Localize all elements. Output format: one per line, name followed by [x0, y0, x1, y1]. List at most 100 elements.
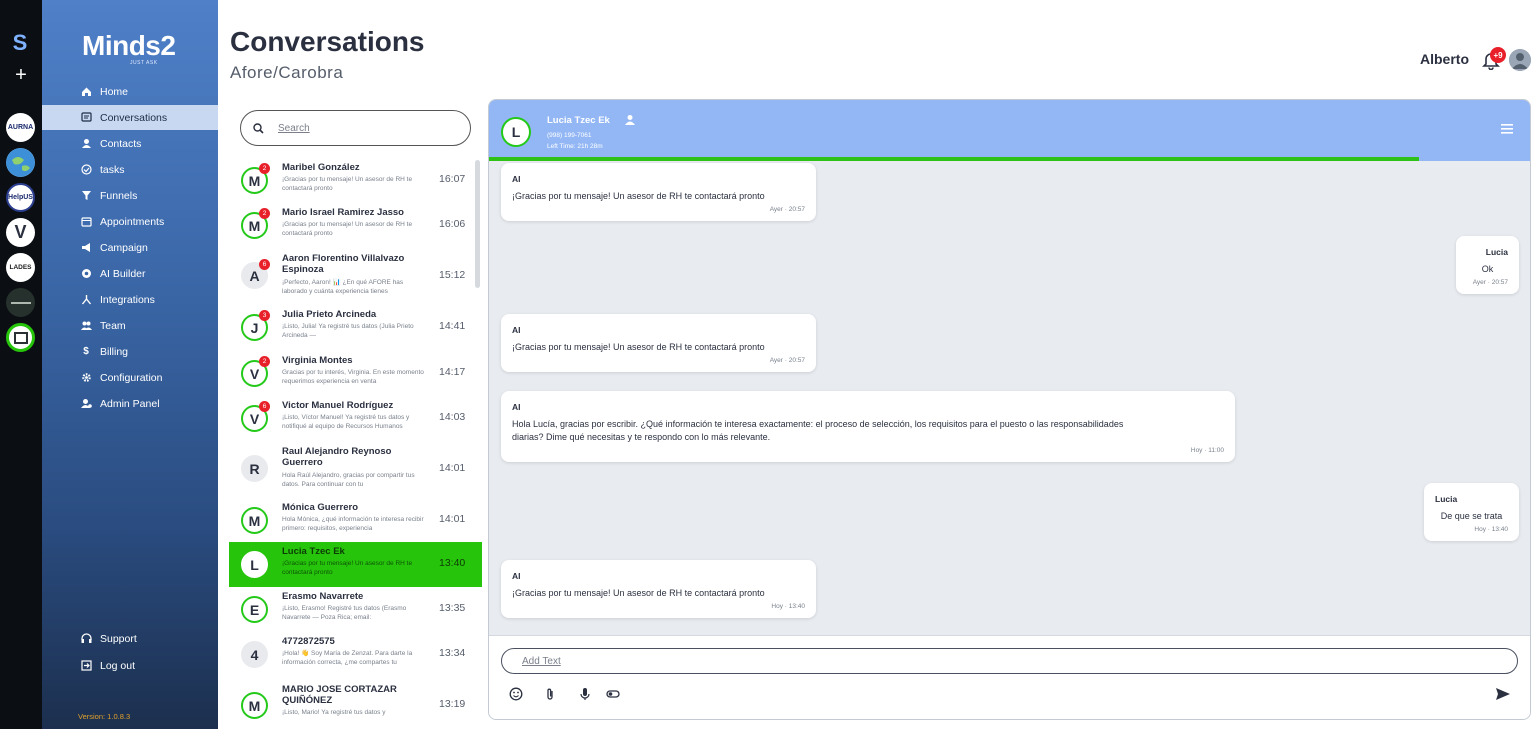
conversation-item[interactable]: M 2 Maribel González ¡Gracias por tu men… [229, 158, 482, 203]
workspace-aurna[interactable]: AURNA [6, 113, 35, 142]
funnel-icon [80, 190, 92, 202]
message-time: 13:35 [439, 602, 466, 614]
avatar: R [241, 455, 268, 482]
send-icon[interactable] [1495, 687, 1511, 701]
sidebar-item-tasks[interactable]: tasks [42, 157, 218, 182]
search-input[interactable]: Search [278, 123, 310, 134]
sidebar-item-ai-builder[interactable]: AI Builder [42, 261, 218, 286]
contact-name: Maribel González [282, 162, 360, 173]
toggle-icon[interactable] [606, 687, 620, 701]
sidebar-item-label: Team [100, 319, 126, 332]
message-preview: Hola Mónica, ¿qué información te interes… [282, 516, 424, 532]
person-icon [80, 138, 92, 150]
workspace-label: LADES [9, 264, 32, 271]
message-list: AI ¡Gracias por tu mensaje! Un asesor de… [489, 161, 1530, 635]
workspace-dark[interactable] [6, 288, 35, 317]
message-time: 14:41 [439, 320, 466, 332]
sidebar-item-home[interactable]: Home [42, 79, 218, 104]
workspace-lades[interactable]: LADES [6, 253, 35, 282]
menu-icon[interactable] [1501, 124, 1513, 134]
workspace-globe[interactable] [6, 148, 35, 177]
sidebar-item-configuration[interactable]: Configuration [42, 365, 218, 390]
sidebar-item-label: Admin Panel [100, 397, 160, 410]
conversation-item[interactable]: M MARIO JOSE CORTAZAR QUIÑÓNEZ ¡Listo, M… [229, 678, 482, 729]
message-preview: ¡Listo, Mario! Ya registré tus datos y [282, 709, 386, 716]
sidebar-item-integrations[interactable]: Integrations [42, 287, 218, 312]
unread-badge: 6 [259, 401, 270, 412]
sidebar-item-team[interactable]: Team [42, 313, 218, 338]
sidebar-item-support[interactable]: Support [42, 626, 218, 651]
conversation-item[interactable]: 4 4772872575 ¡Hola! 👋 Soy María de Zenza… [229, 632, 482, 677]
workspace-v[interactable]: V [6, 218, 35, 247]
avatar: M [241, 692, 268, 719]
message-input-placeholder: Add Text [522, 655, 561, 667]
person-icon[interactable] [624, 114, 636, 126]
admin-icon [80, 398, 92, 410]
support-icon [80, 633, 92, 645]
workspace-helpus[interactable]: HelpUS [6, 183, 35, 212]
emoji-icon[interactable] [509, 687, 523, 701]
sidebar-item-label: Support [100, 632, 137, 645]
message-sender: AI [512, 402, 521, 412]
message-time: Hoy · 13:40 [1474, 526, 1508, 533]
contact-name: Erasmo Navarrete [282, 591, 364, 602]
conversation-item[interactable]: J 3 Julia Prieto Arcineda ¡Listo, Julia!… [229, 305, 482, 350]
chat-contact-name[interactable]: Lucia Tzec Ek [547, 115, 610, 126]
message-input[interactable]: Add Text [501, 648, 1518, 674]
message-time: 16:07 [439, 173, 466, 185]
sidebar-item-campaign[interactable]: Campaign [42, 235, 218, 260]
message-text: Ok [1481, 264, 1494, 274]
message-time: 13:19 [439, 698, 466, 710]
conversation-item[interactable]: V 2 Virginia Montes Gracias por tu inter… [229, 351, 482, 396]
conversation-item[interactable]: R Raul Alejandro Reynoso Guerrero Hola R… [229, 443, 482, 495]
conversation-item[interactable]: V 6 Victor Manuel Rodríguez ¡Listo, Víct… [229, 396, 482, 441]
contact-name: Victor Manuel Rodríguez [282, 400, 394, 411]
sidebar-item-label: AI Builder [100, 267, 146, 280]
sidebar-item-billing[interactable]: $ Billing [42, 339, 218, 364]
message-time: 14:17 [439, 366, 466, 378]
search-box[interactable]: Search [240, 110, 471, 146]
sidebar-item-label: Contacts [100, 137, 142, 150]
user-name[interactable]: Alberto [1420, 51, 1469, 67]
conversation-item[interactable]: M Mónica Guerrero Hola Mónica, ¿qué info… [229, 498, 482, 543]
sidebar-item-appointments[interactable]: Appointments [42, 209, 218, 234]
unread-badge: 3 [259, 310, 270, 321]
sidebar-item-funnels[interactable]: Funnels [42, 183, 218, 208]
sidebar-item-contacts[interactable]: Contacts [42, 131, 218, 156]
workspace-active[interactable] [6, 323, 35, 352]
page-subtitle: Afore/Carobra [230, 63, 344, 82]
attachment-icon[interactable] [543, 687, 557, 701]
conversation-item-active[interactable]: L Lucia Tzec Ek ¡Gracias por tu mensaje!… [229, 542, 482, 587]
version-label: Version: 1.0.8.3 [78, 712, 131, 721]
sidebar-item-logout[interactable]: Log out [42, 653, 218, 678]
conversation-item[interactable]: M 2 Mario Israel Ramirez Jasso ¡Gracias … [229, 203, 482, 248]
message-preview: ¡Gracias por tu mensaje! Un asesor de RH… [282, 176, 413, 192]
logout-icon [80, 660, 92, 672]
conversation-item[interactable]: A 6 Aaron Florentino Villalvazo Espinoza… [229, 250, 482, 302]
app-logo[interactable]: S [9, 32, 31, 54]
megaphone-icon [80, 242, 92, 254]
conversation-item[interactable]: E Erasmo Navarrete ¡Listo, Erasmo! Regis… [229, 587, 482, 632]
chat-header: L Lucia Tzec Ek (998) 199-7061 Left Time… [489, 100, 1530, 161]
message-preview: Hola Raúl Alejandro, gracias por compart… [282, 472, 415, 488]
chat-panel: L Lucia Tzec Ek (998) 199-7061 Left Time… [488, 99, 1531, 720]
ai-icon [80, 268, 92, 280]
avatar[interactable] [1509, 49, 1531, 71]
sidebar: Minds2 JUST ASK Home Conversations Conta… [42, 0, 218, 729]
message-preview: ¡Hola! 👋 Soy María de Zenzat. Para darte… [282, 650, 413, 666]
message-time: 13:40 [439, 557, 466, 569]
brand-logo[interactable]: Minds2 [82, 30, 176, 62]
message-bubble-user: Lucia De que se trata Hoy · 13:40 [1424, 483, 1519, 541]
contact-name: Mario Israel Ramirez Jasso [282, 207, 404, 218]
chat-icon [80, 112, 92, 124]
sidebar-item-admin-panel[interactable]: Admin Panel [42, 391, 218, 416]
page-title: Conversations [230, 26, 425, 57]
message-time: 16:06 [439, 218, 466, 230]
unread-badge: 2 [259, 163, 270, 174]
microphone-icon[interactable] [578, 687, 592, 701]
sidebar-item-conversations[interactable]: Conversations [42, 105, 218, 130]
message-bubble-ai: AI ¡Gracias por tu mensaje! Un asesor de… [501, 560, 816, 618]
message-time: 13:34 [439, 647, 466, 659]
add-workspace-button[interactable]: + [10, 64, 32, 86]
message-sender: Lucia [1435, 494, 1458, 504]
